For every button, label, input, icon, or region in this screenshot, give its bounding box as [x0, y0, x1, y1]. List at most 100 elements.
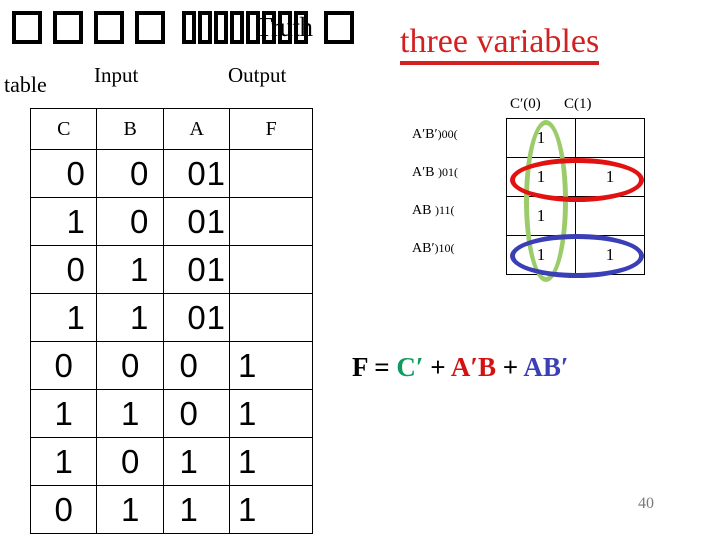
missing-glyph-box [198, 11, 212, 44]
cell-value: 0 [130, 155, 149, 192]
missing-glyph-box [135, 11, 165, 44]
karnaugh-map: C′(0) C(1) A′B′)00( A′B )01( AB )11( AB′… [412, 96, 645, 301]
cell-f: 1 [229, 485, 313, 534]
kmap-cell: 1 [506, 196, 576, 236]
cell-value: 1 [238, 443, 257, 480]
cell-value: 1 [54, 395, 73, 432]
kmap-row-term: AB′ [412, 241, 435, 256]
cell-c: 0 [29, 341, 98, 390]
kmap-row-label-11: AB )11( [412, 203, 506, 219]
cell-value: 1 [54, 443, 73, 480]
cell-b: 1 [96, 245, 164, 294]
title-text: Truth [256, 12, 313, 42]
equation-lhs: F = [352, 352, 397, 382]
cell-f: 1 [229, 341, 313, 390]
cell-value: 01 [187, 155, 227, 192]
boolean-equation: F = C′ + A′B + AB′ [352, 352, 569, 383]
cell-value: 0 [121, 443, 140, 480]
slide-title: Truth [8, 8, 368, 52]
table-row: 0 1 01 [29, 245, 313, 294]
cell-f [229, 197, 313, 246]
kmap-row: 1 [506, 196, 645, 236]
kmap-row-code: )11( [434, 203, 455, 217]
cell-c: 1 [29, 389, 98, 438]
cell-value: 1 [121, 395, 140, 432]
cell-value: 1 [66, 203, 85, 240]
cell-f [229, 245, 313, 294]
cell-value: 0 [54, 347, 73, 384]
missing-glyph-box [94, 11, 124, 44]
kmap-row: 1 1 [506, 157, 645, 197]
truth-table: C B A F 0 0 01 1 0 01 0 1 01 1 1 01 0 0 … [29, 108, 313, 534]
cell-a: 0 [162, 341, 231, 390]
cell-value: 01 [187, 299, 227, 336]
kmap-cell: 1 [575, 157, 645, 197]
kmap-row: 1 1 [506, 235, 645, 275]
cell-b: 0 [96, 197, 164, 246]
cell-value: 01 [187, 251, 227, 288]
kmap-row-label-01: A′B )01( [412, 165, 506, 181]
column-header-c: C [29, 108, 98, 150]
table-row: 1 1 01 [29, 293, 313, 342]
table-row: 1 0 01 [29, 197, 313, 246]
kmap-cell [575, 118, 645, 158]
equation-term-a-prime-b: A′B [450, 352, 496, 382]
cell-value: 1 [130, 251, 149, 288]
cell-f [229, 149, 313, 198]
kmap-row-code: )00( [437, 127, 458, 141]
table-row: 0 1 1 1 [29, 485, 313, 534]
kmap-grid: 1 1 1 1 1 1 [506, 118, 645, 275]
missing-glyph-box [230, 11, 244, 44]
cell-c: 0 [29, 485, 98, 534]
kmap-row-term: AB [412, 203, 435, 218]
cell-a: 01 [162, 197, 231, 246]
cell-f: 1 [229, 389, 313, 438]
kmap-row-label-00: A′B′)00( [412, 127, 506, 143]
column-header-b: B [96, 108, 164, 150]
cell-b: 0 [96, 437, 164, 486]
table-header-row: C B A F [29, 108, 313, 150]
missing-glyph-box [182, 11, 196, 44]
cell-value: 0 [179, 395, 198, 432]
cell-c: 1 [29, 293, 98, 342]
table-row: 0 0 01 [29, 149, 313, 198]
cell-value: 1 [238, 491, 257, 528]
kmap-row-code: )10( [434, 241, 455, 255]
equation-term-ab-prime: AB′ [523, 352, 569, 382]
missing-glyph-box [53, 11, 83, 44]
cell-a: 01 [162, 245, 231, 294]
input-section-label: Input [94, 63, 139, 87]
page-number: 40 [638, 495, 654, 512]
cell-f [229, 293, 313, 342]
cell-b: 1 [96, 293, 164, 342]
equation-plus: + [496, 352, 524, 382]
output-section-label: Output [228, 63, 287, 87]
cell-c: 1 [29, 437, 98, 486]
cell-b: 0 [96, 149, 164, 198]
kmap-row-code: )01( [438, 165, 459, 179]
table-row: 0 0 0 1 [29, 341, 313, 390]
cell-value: 1 [130, 299, 149, 336]
missing-glyph-box [12, 11, 42, 44]
kmap-row-term: A′B′ [412, 127, 438, 142]
cell-b: 0 [96, 341, 164, 390]
kmap-col-header-c: C(1) [564, 96, 592, 112]
table-row: 1 0 1 1 [29, 437, 313, 486]
cell-a: 0 [162, 389, 231, 438]
equation-plus: + [423, 352, 451, 382]
slide-canvas: Truth table Input Output C B A F 0 0 01 … [0, 0, 720, 540]
cell-value: 0 [66, 155, 85, 192]
cell-value: 0 [66, 251, 85, 288]
cell-value: 0 [179, 347, 198, 384]
cell-c: 1 [29, 197, 98, 246]
cell-a: 01 [162, 149, 231, 198]
cell-value: 1 [179, 443, 198, 480]
kmap-cell: 1 [506, 235, 576, 275]
cell-value: 1 [179, 491, 198, 528]
missing-glyph-box [214, 11, 228, 44]
kmap-cell [575, 196, 645, 236]
cell-a: 01 [162, 293, 231, 342]
cell-a: 1 [162, 485, 231, 534]
column-header-f: F [229, 108, 313, 150]
cell-value: 1 [66, 299, 85, 336]
